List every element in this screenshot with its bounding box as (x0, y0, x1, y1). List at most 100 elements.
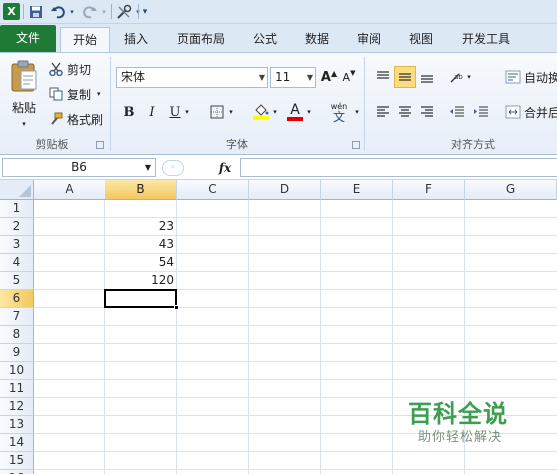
row-header-10[interactable]: 10 (0, 362, 34, 380)
row-header-7[interactable]: 7 (0, 308, 34, 326)
watermark: 百科全说 助你轻松解决 (392, 384, 532, 456)
italic-button[interactable]: I (141, 101, 163, 123)
active-cell-border[interactable] (104, 289, 177, 308)
font-color-dropdown-icon[interactable]: ▾ (304, 101, 314, 123)
name-box-dropdown-icon[interactable]: ▼ (145, 159, 151, 176)
phonetic-dropdown-icon[interactable]: ▾ (352, 101, 362, 123)
row-header-13[interactable]: 13 (0, 416, 34, 434)
border-dropdown-icon[interactable]: ▾ (226, 101, 236, 123)
column-header-b[interactable]: B (105, 180, 177, 200)
align-top-button[interactable] (372, 66, 394, 88)
column-header-c[interactable]: C (177, 180, 249, 200)
row-header-5[interactable]: 5 (0, 272, 34, 290)
column-header-d[interactable]: D (249, 180, 321, 200)
cell-b5[interactable]: 120 (105, 272, 177, 290)
redo-icon[interactable] (82, 3, 98, 20)
tab-formulas[interactable]: 公式 (244, 27, 286, 52)
orientation-dropdown-icon[interactable]: ▾ (464, 66, 474, 88)
insert-function-button[interactable]: fx (214, 159, 236, 177)
merge-center-button[interactable]: 合并后 (504, 102, 557, 122)
decrease-indent-button[interactable] (446, 101, 468, 123)
copy-button[interactable]: 复制 ▾ (48, 84, 101, 104)
tab-review[interactable]: 审阅 (348, 27, 390, 52)
row-header-11[interactable]: 11 (0, 380, 34, 398)
font-color-swatch (287, 117, 303, 121)
row-header-16[interactable]: 16 (0, 470, 34, 474)
align-bottom-icon (421, 75, 433, 83)
tab-home[interactable]: 开始 (60, 27, 110, 52)
font-size-combo[interactable]: 11 ▼ (270, 67, 316, 88)
column-header-a[interactable]: A (34, 180, 106, 200)
clipboard-icon (9, 59, 39, 93)
row-header-9[interactable]: 9 (0, 344, 34, 362)
customize-qat-icon[interactable]: ▾ (141, 3, 149, 20)
format-painter-label: 格式刷 (67, 112, 104, 127)
underline-dropdown-icon[interactable]: ▾ (182, 101, 192, 123)
align-middle-button[interactable] (394, 66, 416, 88)
cell-b4[interactable]: 54 (105, 254, 177, 272)
excel-logo-icon[interactable]: X (3, 3, 20, 20)
save-icon[interactable] (28, 3, 44, 20)
undo-icon[interactable] (50, 3, 66, 20)
fill-color-button[interactable] (250, 101, 272, 123)
font-launcher-icon[interactable] (352, 141, 360, 149)
tab-developer[interactable]: 开发工具 (454, 27, 518, 52)
align-middle-icon (399, 73, 411, 81)
formula-bar-splitter[interactable]: ◦ (162, 160, 184, 176)
group-separator (110, 57, 111, 151)
fill-handle[interactable] (174, 305, 179, 310)
brush-icon (48, 112, 64, 126)
grow-font-button[interactable]: A ▲ (318, 66, 340, 88)
cell-b2[interactable]: 23 (105, 218, 177, 236)
ribbon-tab-bar: 文件 开始 插入 页面布局 公式 数据 审阅 视图 开发工具 (0, 24, 557, 52)
select-all-corner[interactable] (0, 180, 34, 200)
column-header-e[interactable]: E (321, 180, 393, 200)
row-header-2[interactable]: 2 (0, 218, 34, 236)
fill-color-dropdown-icon[interactable]: ▾ (270, 101, 280, 123)
phonetic-button[interactable]: wén 文 (326, 99, 352, 125)
paste-button[interactable]: 粘贴 ▾ (6, 57, 42, 133)
tab-file[interactable]: 文件 (0, 25, 56, 52)
cut-button[interactable]: 剪切 (48, 59, 91, 79)
wrap-text-button[interactable]: 自动换 (504, 67, 557, 87)
shrink-font-button[interactable]: A ▼ (338, 66, 360, 88)
row-header-1[interactable]: 1 (0, 200, 34, 218)
alignment-group-label: 对齐方式 (451, 138, 495, 151)
name-box[interactable]: B6 ▼ (2, 158, 156, 177)
row-header-15[interactable]: 15 (0, 452, 34, 470)
column-header-g[interactable]: G (465, 180, 557, 200)
undo-dropdown-icon[interactable]: ▾ (68, 3, 76, 20)
clipboard-launcher-icon[interactable] (96, 141, 104, 149)
chevron-down-icon: ▼ (306, 73, 313, 82)
align-center-button[interactable] (394, 101, 416, 123)
tab-view[interactable]: 视图 (400, 27, 442, 52)
format-painter-button[interactable]: 格式刷 (48, 109, 103, 129)
row-header-14[interactable]: 14 (0, 434, 34, 452)
align-left-button[interactable] (372, 101, 394, 123)
column-header-f[interactable]: F (393, 180, 465, 200)
paste-label: 粘贴 (11, 101, 36, 115)
grow-font-label: A (320, 69, 331, 85)
border-button[interactable] (206, 101, 228, 123)
align-right-button[interactable] (416, 101, 438, 123)
cell-b3[interactable]: 43 (105, 236, 177, 254)
decrease-indent-icon (450, 106, 464, 117)
gridline-horizontal (34, 379, 557, 380)
row-header-4[interactable]: 4 (0, 254, 34, 272)
row-header-3[interactable]: 3 (0, 236, 34, 254)
row-header-12[interactable]: 12 (0, 398, 34, 416)
redo-dropdown-icon[interactable]: ▾ (100, 3, 108, 20)
increase-indent-button[interactable] (470, 101, 492, 123)
tab-insert[interactable]: 插入 (114, 27, 158, 52)
tools-icon[interactable] (115, 3, 133, 20)
bold-button[interactable]: B (118, 101, 140, 123)
font-color-button[interactable]: A (284, 101, 306, 123)
tab-page-layout[interactable]: 页面布局 (168, 27, 234, 52)
formula-input[interactable] (240, 158, 557, 177)
tab-data[interactable]: 数据 (296, 27, 338, 52)
align-bottom-button[interactable] (416, 66, 438, 88)
row-header-8[interactable]: 8 (0, 326, 34, 344)
wrap-text-icon (504, 70, 522, 84)
row-header-6[interactable]: 6 (0, 290, 34, 308)
font-name-combo[interactable]: 宋体 ▼ (116, 67, 268, 88)
